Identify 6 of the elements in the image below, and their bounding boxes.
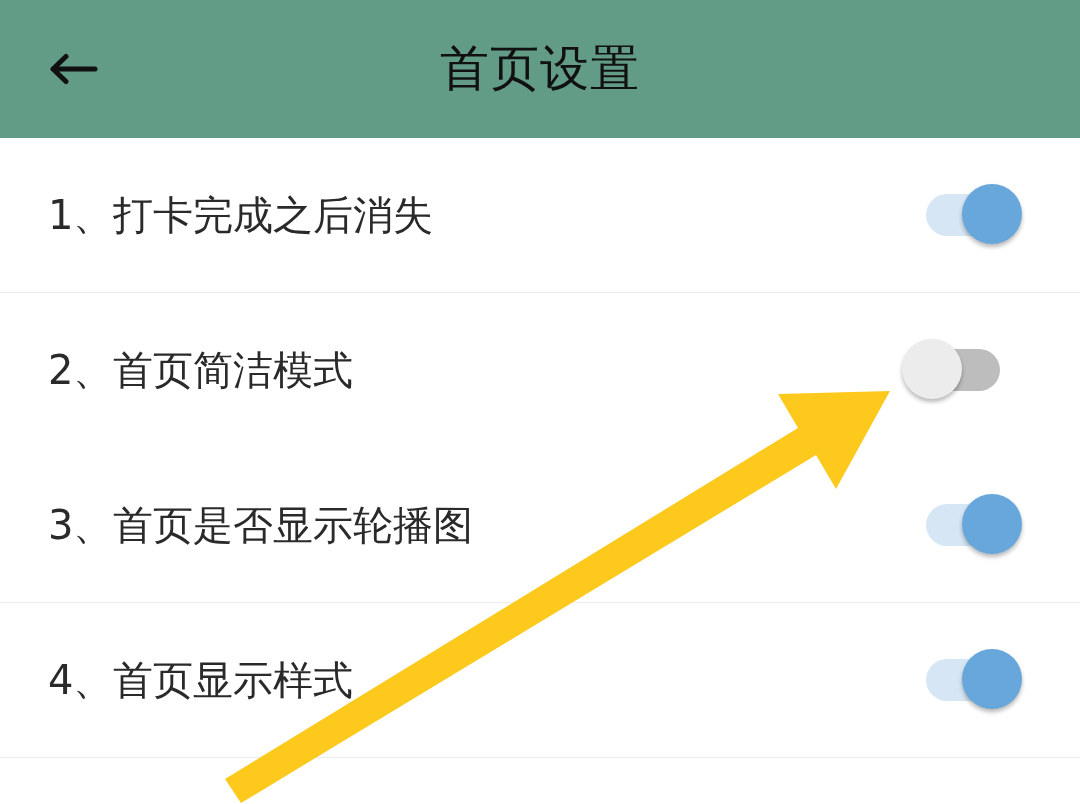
setting-label: 4、首页显示样式 <box>48 655 354 705</box>
back-arrow-icon <box>48 53 98 85</box>
page-title: 首页设置 <box>440 39 640 99</box>
setting-label: 2、首页简洁模式 <box>48 345 354 395</box>
setting-label: 3、首页是否显示轮播图 <box>48 500 474 550</box>
setting-label: 1、打卡完成之后消失 <box>48 190 434 240</box>
